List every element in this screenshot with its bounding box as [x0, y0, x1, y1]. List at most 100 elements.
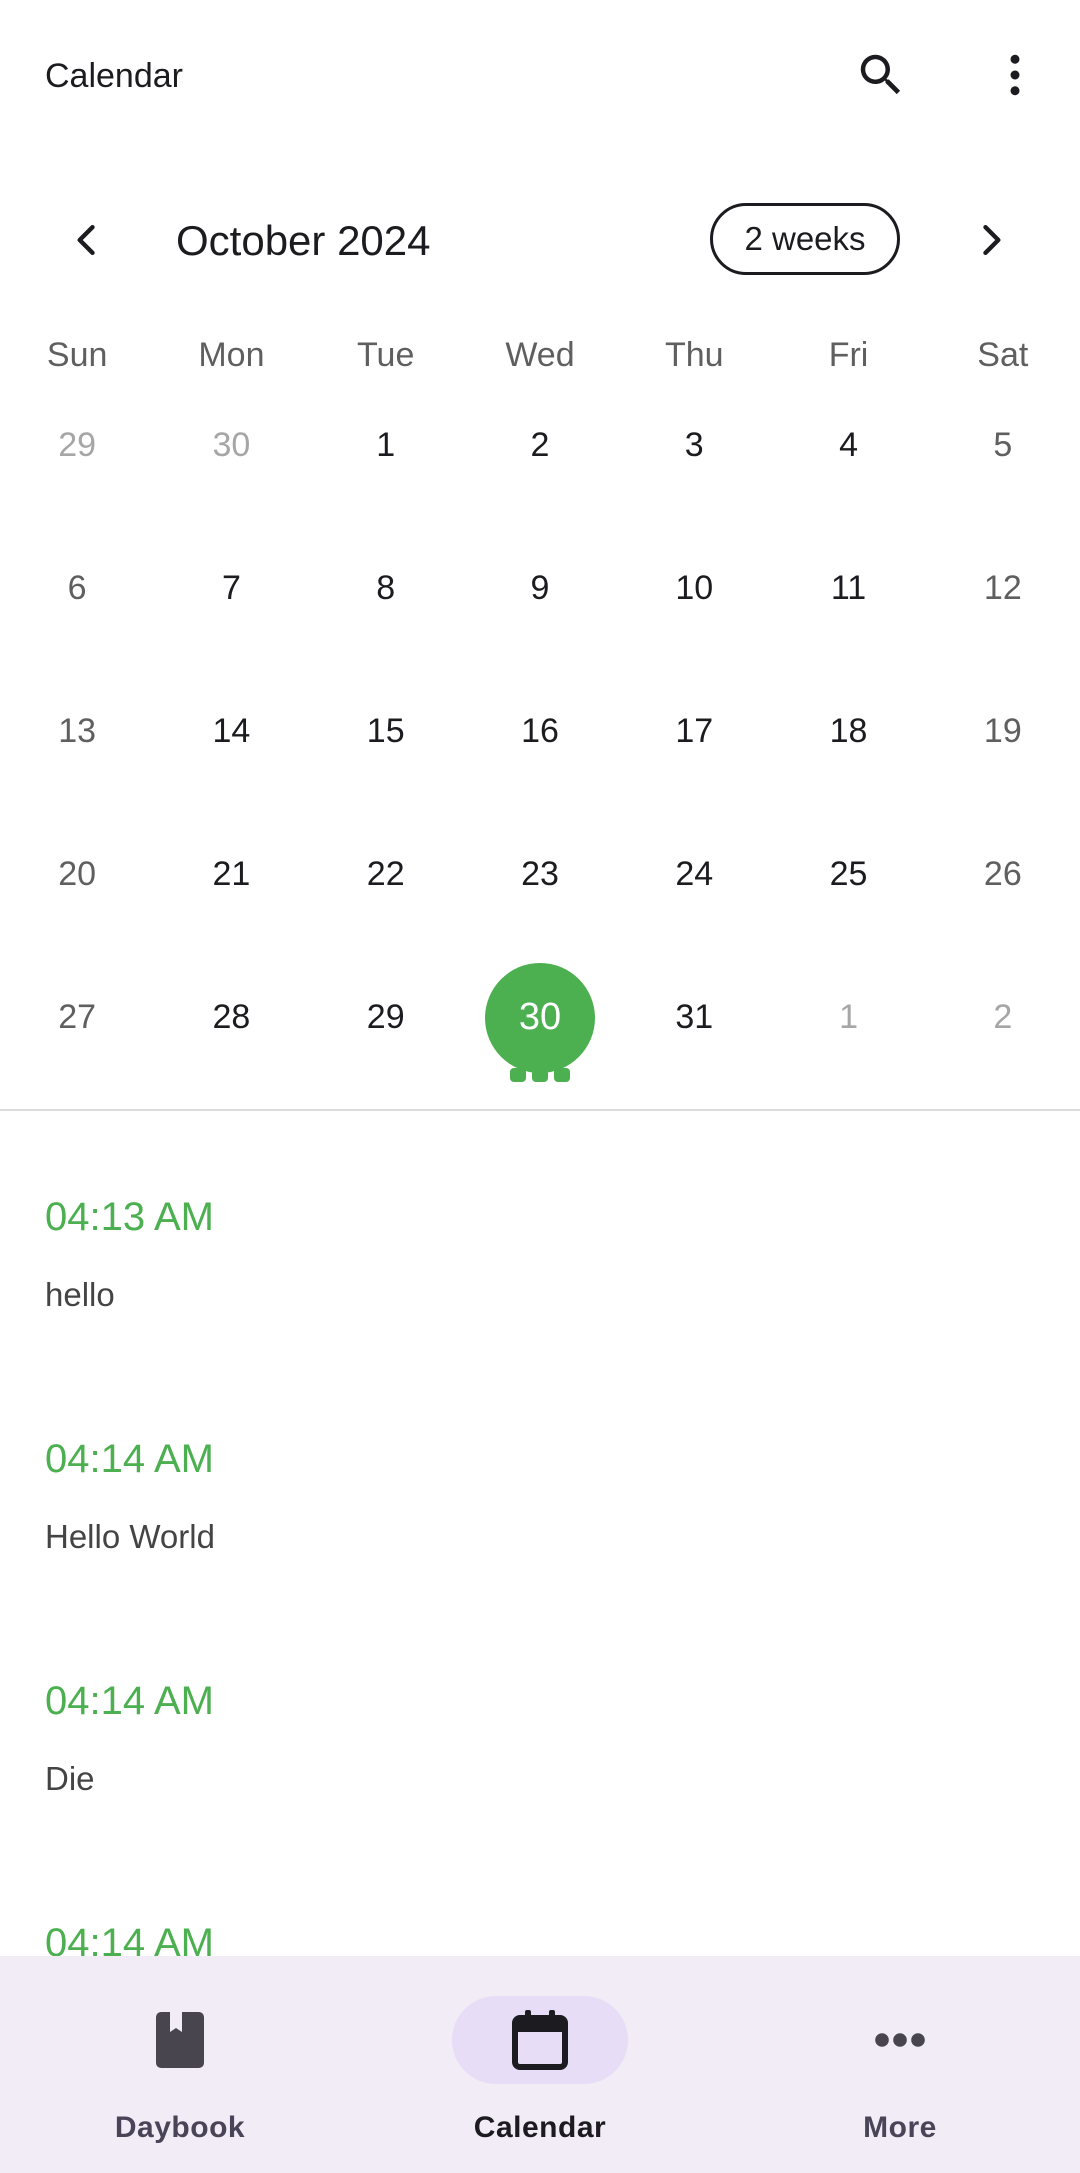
- day-cell[interactable]: 21: [154, 803, 308, 946]
- weekday-header: Sun Mon Tue Wed Thu Fri Sat: [0, 330, 1080, 380]
- weekday-label: Sat: [977, 336, 1029, 374]
- day-cell[interactable]: 27: [0, 946, 154, 1089]
- weekday-label: Tue: [357, 336, 415, 374]
- divider: [0, 1109, 1080, 1111]
- top-app-bar: Calendar: [0, 0, 1080, 150]
- day-number: 15: [366, 712, 405, 750]
- day-cell[interactable]: 4: [771, 374, 925, 517]
- day-cell[interactable]: 5: [926, 374, 1080, 517]
- month-title[interactable]: October 2024: [176, 215, 431, 267]
- day-number: 4: [839, 426, 858, 464]
- selected-day-cell[interactable]: 30: [463, 946, 617, 1089]
- search-button[interactable]: [846, 40, 916, 110]
- day-number: 30: [484, 962, 595, 1073]
- day-number: 19: [983, 712, 1022, 750]
- app-title: Calendar: [45, 57, 183, 95]
- format-toggle-button[interactable]: 2 weeks: [710, 203, 900, 275]
- day-number: 28: [212, 998, 251, 1036]
- day-cell[interactable]: 26: [926, 803, 1080, 946]
- day-number: 30: [212, 426, 251, 464]
- day-cell[interactable]: 14: [154, 660, 308, 803]
- calendar-screen: Calendar October 2024 2 weeks Sun Mon Tu…: [0, 0, 1080, 2173]
- book-icon: [156, 2012, 204, 2068]
- day-cell[interactable]: 22: [309, 803, 463, 946]
- day-number: 31: [675, 998, 714, 1036]
- day-cell[interactable]: 2: [463, 374, 617, 517]
- day-cell[interactable]: 30: [154, 374, 308, 517]
- day-cell[interactable]: 25: [771, 803, 925, 946]
- day-cell[interactable]: 28: [154, 946, 308, 1089]
- nav-indicator-active: [452, 1996, 628, 2084]
- day-cell[interactable]: 29: [309, 946, 463, 1089]
- day-cell[interactable]: 17: [617, 660, 771, 803]
- day-cell[interactable]: 1: [309, 374, 463, 517]
- more-vert-icon: [1010, 54, 1020, 96]
- day-cell[interactable]: 8: [309, 517, 463, 660]
- event-marker: [531, 1068, 548, 1082]
- day-number: 12: [983, 569, 1022, 607]
- day-number: 1: [839, 998, 858, 1036]
- weekday-label: Fri: [828, 336, 869, 374]
- day-number: 7: [221, 569, 241, 607]
- day-number: 17: [675, 712, 714, 750]
- day-cell[interactable]: 24: [617, 803, 771, 946]
- nav-label-more: More: [863, 2111, 937, 2144]
- search-icon: [860, 54, 901, 95]
- day-number: 23: [521, 855, 559, 893]
- calendar-header: October 2024 2 weeks: [0, 195, 1080, 290]
- day-cell[interactable]: 12: [926, 517, 1080, 660]
- calendar-grid: 29 30 1 2 3 4 5 6 7 8 9 10 11 12 13 14 15 16 17 18 19 20 21 22 2…: [0, 374, 1080, 1089]
- entry-time: 04:13 AM: [45, 1195, 215, 1239]
- day-cell[interactable]: 18: [771, 660, 925, 803]
- day-number: 11: [830, 569, 867, 607]
- day-cell[interactable]: 1: [771, 946, 925, 1089]
- day-number: 29: [366, 998, 405, 1036]
- entry-item[interactable]: 04:14 AM Die: [0, 1624, 1080, 1866]
- day-cell[interactable]: 20: [0, 803, 154, 946]
- day-number: 5: [993, 426, 1013, 464]
- day-number: 2: [530, 426, 550, 464]
- day-cell[interactable]: 6: [0, 517, 154, 660]
- more-horiz-icon: [875, 2033, 925, 2047]
- day-number: 20: [58, 855, 97, 893]
- day-number: 29: [58, 426, 97, 464]
- day-number: 10: [675, 569, 714, 607]
- day-number: 27: [58, 998, 97, 1036]
- nav-item-calendar[interactable]: Calendar: [360, 1956, 720, 2173]
- next-month-button[interactable]: [956, 205, 1026, 275]
- nav-item-more[interactable]: More: [720, 1956, 1080, 2173]
- day-number: 2: [993, 998, 1013, 1036]
- weekday-label: Sun: [46, 336, 108, 374]
- nav-indicator: [92, 1996, 268, 2084]
- day-cell[interactable]: 19: [926, 660, 1080, 803]
- entry-item[interactable]: 04:13 AM hello: [0, 1140, 1080, 1382]
- nav-label-calendar: Calendar: [473, 2111, 607, 2144]
- entry-item[interactable]: 04:14 AM Hello World: [0, 1382, 1080, 1624]
- day-cell[interactable]: 9: [463, 517, 617, 660]
- previous-month-button[interactable]: [52, 205, 122, 275]
- day-number: 1: [376, 426, 396, 464]
- day-cell[interactable]: 7: [154, 517, 308, 660]
- nav-label-daybook: Daybook: [114, 2111, 246, 2144]
- day-cell[interactable]: 13: [0, 660, 154, 803]
- day-cell[interactable]: 16: [463, 660, 617, 803]
- bottom-navigation: Daybook Calendar More: [0, 1956, 1080, 2173]
- day-cell[interactable]: 11: [771, 517, 925, 660]
- entry-text: Die: [45, 1760, 95, 1797]
- day-number: 24: [675, 855, 714, 893]
- event-marker: [553, 1068, 570, 1082]
- day-cell[interactable]: 23: [463, 803, 617, 946]
- nav-item-daybook[interactable]: Daybook: [0, 1956, 360, 2173]
- entry-time: 04:14 AM: [45, 1437, 215, 1481]
- chevron-right-icon: [983, 224, 1001, 256]
- day-cell[interactable]: 10: [617, 517, 771, 660]
- day-cell[interactable]: 2: [926, 946, 1080, 1089]
- day-cell[interactable]: 15: [309, 660, 463, 803]
- day-number: 16: [521, 712, 559, 750]
- day-cell[interactable]: 29: [0, 374, 154, 517]
- nav-indicator: [812, 1996, 988, 2084]
- day-number: 21: [212, 855, 251, 893]
- more-options-button[interactable]: [980, 40, 1050, 110]
- day-cell[interactable]: 3: [617, 374, 771, 517]
- day-cell[interactable]: 31: [617, 946, 771, 1089]
